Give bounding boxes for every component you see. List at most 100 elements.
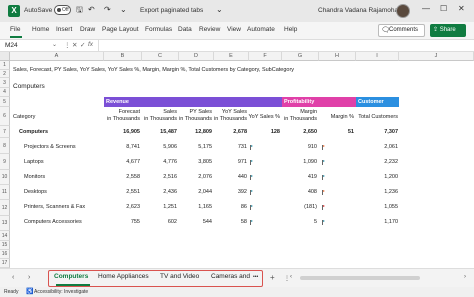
scroll-left-icon[interactable]: ‹ (290, 274, 292, 280)
row-header-5[interactable]: 5 (0, 97, 10, 107)
title-bar: X AutoSave Off 🖫 ↶ ↷ ⌄ Export paginated … (0, 0, 474, 22)
column-header-e[interactable]: E (214, 52, 249, 61)
row-header-14[interactable]: 14 (0, 231, 10, 241)
maximize-icon[interactable]: ☐ (440, 4, 447, 13)
user-name[interactable]: Chandra Vadana Rajamohan (318, 7, 402, 14)
column-header-a[interactable]: A (10, 52, 104, 61)
header-yoy-line2: in Thousands (214, 116, 247, 122)
row-header-13[interactable]: 13 (0, 216, 10, 231)
sheet-tab-computers[interactable]: Computers (54, 273, 88, 280)
enter-icon[interactable]: ✓ (80, 41, 85, 49)
share-button[interactable]: ⇪ Share (430, 24, 466, 37)
document-title[interactable]: Export paginated tabs (140, 7, 203, 14)
minimize-icon[interactable]: — (422, 4, 430, 13)
header-yoy-line1: YoY Sales (221, 109, 247, 115)
comments-label: Comments (389, 27, 419, 33)
row-header-12[interactable]: 12 (0, 200, 10, 216)
formula-input[interactable] (98, 40, 474, 52)
item-category: Projectors & Screens (24, 144, 76, 150)
sheet-tab-tv-and-video[interactable]: TV and Video (160, 273, 199, 280)
tab-view[interactable]: View (227, 26, 241, 33)
chevron-down-icon[interactable]: ⌄ (216, 5, 223, 15)
item-sales: 4,776 (163, 159, 177, 165)
tab-help[interactable]: Help (284, 26, 297, 33)
item-customers: 1,236 (384, 189, 398, 195)
prev-sheet-icon[interactable]: ‹ (12, 274, 14, 281)
yoy-flag-icon (250, 220, 253, 225)
customize-toolbar-icon[interactable]: ⌄ (120, 5, 127, 15)
row-header-11[interactable]: 11 (0, 185, 10, 200)
row-header-8[interactable]: 8 (0, 138, 10, 154)
row-header-3[interactable]: 3 (0, 78, 10, 88)
column-header-i[interactable]: I (356, 52, 399, 61)
header-py-sales-line2: in Thousands (179, 116, 212, 122)
yoy-flag-icon (250, 205, 253, 210)
item-yoy: 971 (237, 159, 247, 165)
row-header-7[interactable]: 7 (0, 126, 10, 138)
next-sheet-icon[interactable]: › (28, 274, 30, 281)
column-header-h[interactable]: H (319, 52, 356, 61)
save-icon[interactable]: 🖫 (76, 5, 83, 15)
sheet-tab-bar: ‹ › Computers Home Appliances TV and Vid… (0, 268, 474, 287)
sheet-tab-cameras[interactable]: Cameras and (211, 273, 250, 280)
tab-draw[interactable]: Draw (80, 26, 95, 33)
fx-icon[interactable]: fx (88, 41, 93, 48)
tab-data[interactable]: Data (178, 26, 192, 33)
undo-icon[interactable]: ↶ (88, 5, 95, 15)
row-header-10[interactable]: 10 (0, 170, 10, 185)
row-header-6[interactable]: 6 (0, 107, 10, 126)
item-customers: 1,170 (384, 219, 398, 225)
column-header-f[interactable]: F (249, 52, 282, 61)
row-header-2[interactable]: 2 (0, 70, 10, 78)
tab-review[interactable]: Review (199, 26, 220, 33)
tab-home[interactable]: Home (32, 26, 49, 33)
total-customers: 7,307 (384, 129, 398, 135)
close-icon[interactable]: ✕ (458, 4, 465, 13)
item-forecast: 2,558 (126, 174, 140, 180)
tab-page-layout[interactable]: Page Layout (102, 26, 139, 33)
toggle-knob-icon (57, 8, 61, 12)
header-sales-line1: Sales (163, 109, 177, 115)
horizontal-scrollbar[interactable] (300, 276, 420, 280)
avatar[interactable] (396, 4, 410, 18)
item-sales: 602 (167, 219, 177, 225)
tab-automate[interactable]: Automate (247, 26, 275, 33)
tab-file[interactable]: File (10, 26, 20, 33)
row-header-17[interactable]: 17 (0, 259, 10, 268)
row-header-15[interactable]: 15 (0, 241, 10, 250)
accessibility-status[interactable]: Accessibility: Investigate (34, 289, 88, 295)
header-total-customers: Total Customers (358, 114, 398, 120)
row-header-4[interactable]: 4 (0, 88, 10, 97)
total-yoy: 2,678 (233, 129, 247, 135)
excel-logo-icon: X (8, 5, 20, 17)
item-py-sales: 3,805 (198, 159, 212, 165)
column-header-d[interactable]: D (179, 52, 214, 61)
name-box[interactable]: M24 (3, 41, 59, 51)
tab-formulas[interactable]: Formulas (145, 26, 172, 33)
tab-insert[interactable]: Insert (56, 26, 72, 33)
add-sheet-icon[interactable]: + (270, 273, 275, 282)
column-header-b[interactable]: B (104, 52, 142, 61)
more-sheets-icon[interactable]: ••• (253, 274, 258, 280)
item-category: Monitors (24, 174, 46, 180)
row-header-16[interactable]: 16 (0, 250, 10, 259)
sheet-tab-home-appliances[interactable]: Home Appliances (98, 273, 149, 280)
comments-button[interactable]: 🗨 Comments (378, 24, 425, 37)
column-header-g[interactable]: G (282, 52, 319, 61)
item-forecast: 2,623 (126, 204, 140, 210)
column-header-c[interactable]: C (142, 52, 179, 61)
row-header-9[interactable]: 9 (0, 154, 10, 170)
row-header-1[interactable]: 1 (0, 61, 10, 70)
redo-icon[interactable]: ↷ (104, 5, 111, 15)
scroll-right-icon[interactable]: › (464, 274, 466, 280)
column-header-j[interactable]: J (399, 52, 474, 61)
item-py-sales: 2,044 (198, 189, 212, 195)
item-yoy: 731 (237, 144, 247, 150)
item-yoy: 392 (237, 189, 247, 195)
item-margin: 1,090 (303, 159, 317, 165)
autosave-toggle[interactable]: Off (54, 5, 71, 15)
select-all-corner[interactable] (0, 52, 10, 61)
name-box-dropdown-icon[interactable]: ⌄ (52, 41, 57, 48)
item-forecast: 4,677 (126, 159, 140, 165)
cancel-icon[interactable]: ✕ (72, 41, 77, 49)
